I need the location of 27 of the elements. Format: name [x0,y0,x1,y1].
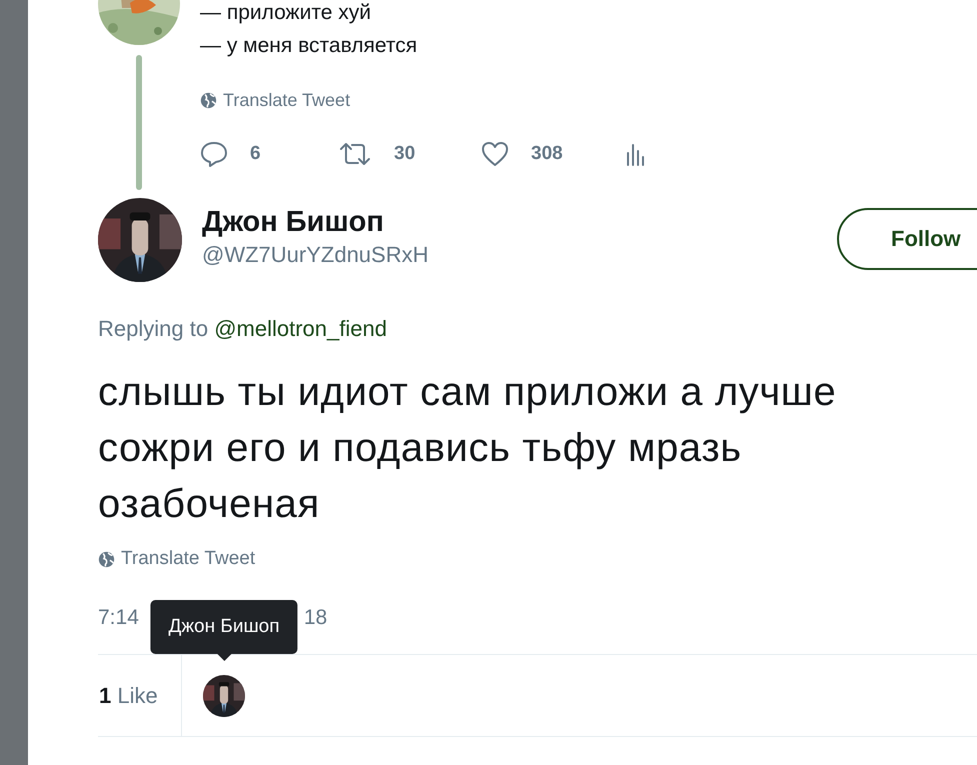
reply-action[interactable]: 6 [200,141,261,167]
action-count: 30 [394,143,416,165]
retweet-action[interactable]: 30 [338,141,416,167]
heart-icon [481,141,509,167]
mention-link[interactable]: @mellotron_fiend [214,316,387,341]
tweet-text: слышь ты идиот сам приложи а лучше сожри его и подавись тьфу мразь озабоченая [98,369,838,528]
timestamp-fragment: 18 [304,606,328,630]
follow-button[interactable]: Follow [837,208,977,270]
timestamp-fragment: 7:14 [98,606,139,630]
likes-count-link[interactable]: 1 Like [98,655,182,736]
translate-link[interactable]: Translate Tweet [98,548,256,570]
display-name: Джон Бишоп [202,205,385,240]
replying-to-text: Replying to @mellotron_fiend [98,316,388,342]
globe-icon [200,92,217,109]
tweet-text-line: — у меня вставляется [200,33,418,59]
retweet-icon [338,141,372,167]
translate-link[interactable]: Translate Tweet [200,90,350,111]
tweet-text-line: — приложите хуй [200,0,372,26]
tooltip: Джон Бишоп [150,600,298,660]
globe-icon [98,550,115,568]
analytics-action[interactable] [625,141,645,167]
like-action[interactable]: 308 [481,141,563,167]
analytics-icon [625,141,645,167]
user-handle: @WZ7UurYZdnuSRxH [202,241,430,269]
action-count: 6 [250,143,261,165]
comment-icon [200,141,228,167]
action-count: 308 [531,143,563,165]
